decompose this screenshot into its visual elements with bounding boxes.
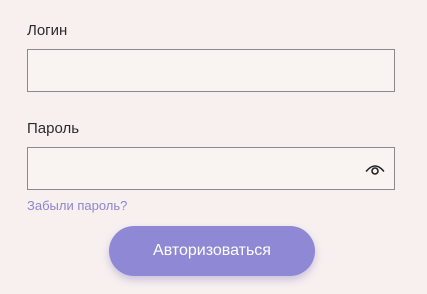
password-label: Пароль — [27, 120, 80, 137]
eye-icon[interactable] — [365, 160, 385, 178]
password-input[interactable] — [28, 148, 394, 189]
login-submit-button[interactable]: Авторизоваться — [109, 226, 315, 276]
login-field-container — [27, 49, 395, 92]
login-form: Логин Пароль Забыли пароль? Авторизовать… — [0, 0, 427, 294]
password-field-container — [27, 147, 395, 190]
login-label: Логин — [27, 22, 68, 39]
forgot-password-link[interactable]: Забыли пароль? — [27, 198, 127, 214]
login-input[interactable] — [28, 50, 394, 91]
